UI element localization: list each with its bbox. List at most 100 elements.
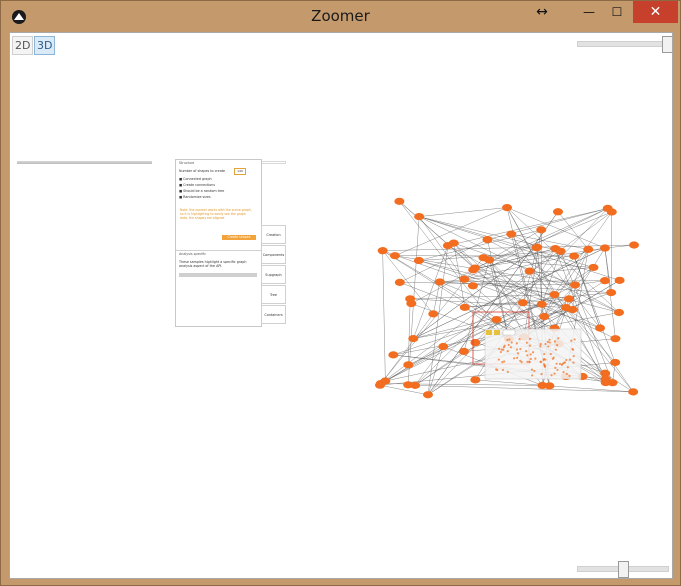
close-button[interactable]: ✕	[633, 1, 678, 23]
graph-node[interactable]	[549, 290, 560, 299]
graph-node[interactable]	[588, 263, 599, 272]
shape-count-input[interactable]: 140	[234, 168, 246, 175]
graph-node[interactable]	[408, 334, 419, 343]
graph-node[interactable]	[403, 361, 414, 369]
inset-move-icon[interactable]	[486, 330, 492, 335]
zoomed-tab-column: Creation Components Supgraph Tree Contai…	[261, 225, 286, 325]
zoomer-canvas[interactable]: 2D 3D Structure Number of shapes to crea…	[9, 32, 673, 579]
graph-node[interactable]	[606, 288, 617, 297]
tab-creation[interactable]: Creation	[261, 225, 286, 244]
graph-node[interactable]	[413, 256, 424, 265]
graph-node[interactable]	[628, 388, 639, 396]
graph-node[interactable]	[599, 277, 610, 285]
graph-node[interactable]	[468, 266, 479, 274]
zoomed-inset-panel	[484, 328, 582, 380]
graph-node[interactable]	[459, 275, 470, 283]
graph-node[interactable]	[600, 369, 611, 377]
graph-node[interactable]	[467, 282, 478, 290]
graph-node[interactable]	[550, 245, 561, 253]
graph-node[interactable]	[478, 254, 489, 262]
inset-node	[529, 357, 532, 361]
graph-edge	[380, 319, 497, 384]
graph-node[interactable]	[394, 197, 405, 205]
graph-node[interactable]	[434, 278, 445, 286]
graph-view[interactable]	[370, 193, 670, 453]
graph-node[interactable]	[524, 267, 535, 275]
graph-node[interactable]	[506, 230, 517, 238]
graph-node[interactable]	[610, 335, 621, 343]
graph-node[interactable]	[422, 391, 433, 399]
graph-node[interactable]	[553, 208, 564, 216]
resize-icon[interactable]: ↔	[531, 1, 553, 23]
maximize-button[interactable]: ☐	[604, 1, 630, 23]
inset-node	[547, 345, 550, 348]
graph-node[interactable]	[377, 247, 388, 255]
checkbox-randomize[interactable]: ■ Randomize sizes	[179, 195, 211, 199]
graph-node[interactable]	[459, 303, 470, 311]
graph-node[interactable]	[536, 300, 547, 308]
inset-node	[566, 366, 570, 369]
shape-count-label: Number of shapes to create	[179, 169, 226, 173]
graph-node[interactable]	[569, 252, 580, 260]
top-zoom-slider[interactable]	[577, 41, 669, 47]
checkbox-label: Connected graph	[183, 177, 212, 181]
inset-pin-icon[interactable]	[494, 330, 500, 335]
tab-containers[interactable]: Containers	[261, 305, 286, 324]
graph-node[interactable]	[470, 338, 481, 347]
graph-node[interactable]	[438, 342, 449, 351]
graph-node[interactable]	[563, 295, 574, 303]
graph-node[interactable]	[570, 281, 581, 289]
graph-node[interactable]	[491, 315, 502, 324]
checkbox-random-tree[interactable]: ■ Should be a random tree	[179, 189, 224, 193]
tab-supgraph[interactable]: Supgraph	[261, 265, 286, 284]
minimize-button[interactable]: —	[576, 1, 602, 23]
graph-node[interactable]	[583, 245, 594, 254]
graph-node[interactable]	[502, 203, 513, 212]
graph-node[interactable]	[380, 377, 391, 385]
graph-node[interactable]	[442, 241, 453, 250]
graph-node[interactable]	[405, 295, 416, 303]
checkbox-connected[interactable]: ■ Connected graph	[179, 177, 212, 181]
graph-node[interactable]	[599, 244, 610, 252]
graph-node[interactable]	[614, 276, 625, 284]
graph-node[interactable]	[470, 376, 481, 384]
tab-components[interactable]: Components	[261, 245, 286, 264]
graph-node[interactable]	[602, 204, 613, 213]
view-2d-button[interactable]: 2D	[12, 36, 34, 55]
graph-edge	[542, 385, 634, 393]
tab-tree[interactable]: Tree	[261, 285, 286, 304]
graph-node[interactable]	[539, 312, 550, 321]
graph-node[interactable]	[403, 381, 414, 389]
graph-node[interactable]	[458, 347, 469, 356]
graph-node[interactable]	[394, 278, 405, 286]
checkbox-label: Randomize sizes	[183, 195, 211, 199]
graph-node[interactable]	[428, 310, 439, 318]
graph-node[interactable]	[388, 351, 399, 359]
graph-node[interactable]	[629, 241, 640, 249]
graph-node[interactable]	[610, 358, 621, 367]
inset-node	[528, 360, 531, 363]
graph-node[interactable]	[482, 235, 493, 244]
graph-node[interactable]	[517, 299, 528, 307]
graph-node[interactable]	[614, 308, 625, 317]
inset-node	[554, 366, 557, 369]
graph-node[interactable]	[532, 243, 543, 251]
inset-zoom-field[interactable]	[502, 329, 516, 336]
inset-node	[539, 360, 542, 363]
checkbox-connections[interactable]: ■ Create connections	[179, 183, 215, 187]
inset-node	[509, 346, 512, 349]
top-zoom-slider-thumb[interactable]	[662, 36, 672, 53]
graph-node[interactable]	[595, 324, 606, 332]
graph-node[interactable]	[537, 381, 548, 390]
graph-edge	[610, 211, 612, 293]
graph-node[interactable]	[389, 252, 400, 260]
graph-node[interactable]	[600, 378, 611, 387]
view-3d-button[interactable]: 3D	[34, 36, 56, 55]
title-bar[interactable]: Zoomer ↔ — ☐ ✕	[1, 1, 680, 32]
graph-node[interactable]	[536, 226, 547, 234]
graph-node[interactable]	[567, 305, 578, 314]
bottom-zoom-slider-thumb[interactable]	[618, 561, 629, 578]
inset-node	[516, 352, 520, 355]
graph-node[interactable]	[414, 212, 425, 221]
create-shapes-button[interactable]: Create shapes	[222, 235, 256, 240]
